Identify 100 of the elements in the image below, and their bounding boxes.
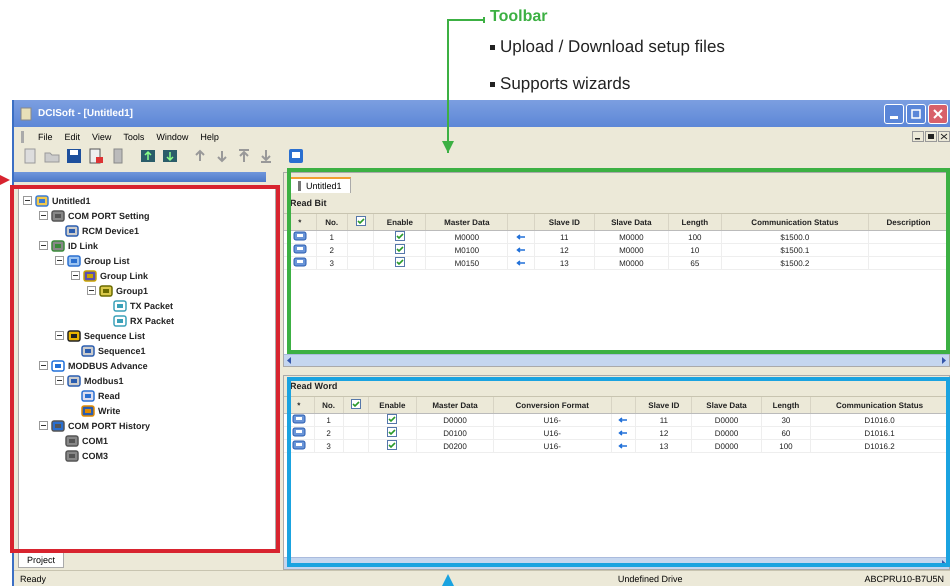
- tree-item[interactable]: TX Packet: [130, 300, 174, 310]
- tree-item[interactable]: Write: [98, 406, 120, 416]
- collapse-toggle[interactable]: [55, 376, 64, 385]
- menu-item[interactable]: Window: [156, 132, 188, 142]
- checked-checkbox[interactable]: [356, 216, 366, 226]
- table-cell: $1500.0: [721, 230, 869, 244]
- table-cell: $1500.1: [721, 244, 869, 256]
- arrow-left-icon: [516, 246, 526, 252]
- list-icon: [67, 254, 81, 266]
- table-cell: 2: [316, 244, 348, 256]
- checked-checkbox[interactable]: [387, 427, 398, 437]
- new-file-icon[interactable]: [22, 148, 38, 164]
- window-title: DCISoft - [Untitled1]: [38, 108, 133, 119]
- collapse-toggle[interactable]: [87, 286, 96, 295]
- table-cell: D0100: [416, 426, 494, 440]
- row-icon: [292, 231, 307, 241]
- checked-checkbox[interactable]: [394, 257, 405, 267]
- column-header: Master Data: [426, 214, 508, 230]
- row-icon: [292, 257, 307, 267]
- menu-item[interactable]: Edit: [64, 132, 80, 142]
- menu-item[interactable]: Tools: [123, 132, 144, 142]
- move-bottom-icon[interactable]: [258, 148, 274, 164]
- port-icon: [65, 450, 79, 462]
- tree-item[interactable]: Modbus1: [84, 376, 124, 386]
- save-icon[interactable]: [66, 148, 82, 164]
- link-icon: [51, 240, 65, 252]
- tree-item[interactable]: Sequence1: [98, 346, 146, 356]
- minimize-icon: [890, 116, 898, 119]
- table-cell: M0100: [426, 244, 508, 256]
- move-top-icon[interactable]: [236, 148, 252, 164]
- callout-text: Upload / Download setup files: [500, 37, 725, 57]
- table-cell: 12: [636, 426, 692, 440]
- collapse-toggle[interactable]: [39, 421, 48, 430]
- menu-item[interactable]: View: [92, 132, 112, 142]
- collapse-toggle[interactable]: [55, 256, 64, 265]
- minimize-button[interactable]: [884, 104, 904, 124]
- wizard-icon[interactable]: [288, 148, 304, 164]
- checked-checkbox[interactable]: [387, 440, 398, 450]
- tree-item[interactable]: COM PORT History: [68, 420, 150, 430]
- device-icon: [67, 374, 81, 386]
- column-header: Length: [668, 214, 722, 230]
- checked-checkbox[interactable]: [387, 414, 398, 424]
- collapse-toggle[interactable]: [55, 331, 64, 340]
- table-cell: $1500.2: [721, 256, 869, 270]
- close-button[interactable]: [928, 104, 948, 124]
- table-cell: D0000: [692, 440, 762, 452]
- tree-item[interactable]: COM3: [82, 450, 108, 460]
- arrow-left-icon: [516, 234, 526, 240]
- tree-item[interactable]: ID Link: [68, 240, 98, 250]
- table-cell: 100: [668, 230, 722, 244]
- tree-item[interactable]: RCM Device1: [82, 226, 140, 236]
- maximize-icon: [910, 108, 922, 120]
- table-cell: 65: [668, 256, 722, 270]
- collapse-toggle[interactable]: [23, 196, 32, 205]
- tree-item[interactable]: Group Link: [100, 270, 148, 280]
- tree-item[interactable]: Untitled1: [52, 196, 91, 206]
- row-icon: [292, 427, 306, 437]
- document-icon[interactable]: [88, 148, 104, 164]
- arrow-left-icon: [618, 442, 628, 448]
- tree-item[interactable]: MODBUS Advance: [68, 360, 148, 370]
- maximize-button[interactable]: [906, 104, 926, 124]
- collapse-toggle[interactable]: [71, 271, 80, 280]
- tree-item[interactable]: Group1: [116, 286, 148, 296]
- collapse-toggle[interactable]: [39, 361, 48, 370]
- minimize-icon: [912, 131, 924, 142]
- arrow-left-icon: [516, 260, 526, 266]
- horizontal-scrollbar[interactable]: [284, 354, 949, 366]
- table-cell: M0000: [594, 230, 668, 244]
- tree-item[interactable]: RX Packet: [130, 316, 174, 326]
- table-cell: D0000: [416, 414, 494, 426]
- read-icon: [81, 390, 95, 402]
- upload-icon[interactable]: [140, 148, 156, 164]
- document-tab[interactable]: Untitled1: [288, 177, 351, 193]
- status-text: Undefined Drive: [616, 574, 684, 584]
- column-header: Slave ID: [636, 397, 692, 414]
- tree-item[interactable]: Group List: [84, 256, 130, 266]
- column-header: Conversion Format: [493, 397, 612, 414]
- project-icon: [35, 194, 49, 206]
- collapse-toggle[interactable]: [39, 211, 48, 220]
- tree-item[interactable]: Read: [98, 390, 120, 400]
- collapse-toggle[interactable]: [39, 241, 48, 250]
- packet-icon: [113, 314, 127, 326]
- checked-checkbox[interactable]: [394, 231, 405, 241]
- download-icon[interactable]: [162, 148, 178, 164]
- tree-item[interactable]: COM1: [82, 436, 108, 446]
- tree-item[interactable]: Sequence List: [84, 330, 146, 340]
- column-header: Master Data: [416, 397, 494, 414]
- menu-item[interactable]: Help: [200, 132, 219, 142]
- table-cell: 13: [534, 256, 594, 270]
- table-cell: 11: [636, 414, 692, 426]
- tree-item[interactable]: COM PORT Setting: [68, 210, 150, 220]
- checked-checkbox[interactable]: [394, 244, 405, 254]
- menu-item[interactable]: File: [38, 132, 53, 142]
- checked-checkbox[interactable]: [350, 399, 361, 409]
- column-header: Enable: [368, 397, 417, 414]
- close-icon: [932, 108, 944, 120]
- device-icon: [81, 344, 95, 356]
- project-tab[interactable]: Project: [18, 553, 64, 568]
- table-cell: 11: [534, 230, 594, 244]
- column-header: Slave Data: [692, 397, 762, 414]
